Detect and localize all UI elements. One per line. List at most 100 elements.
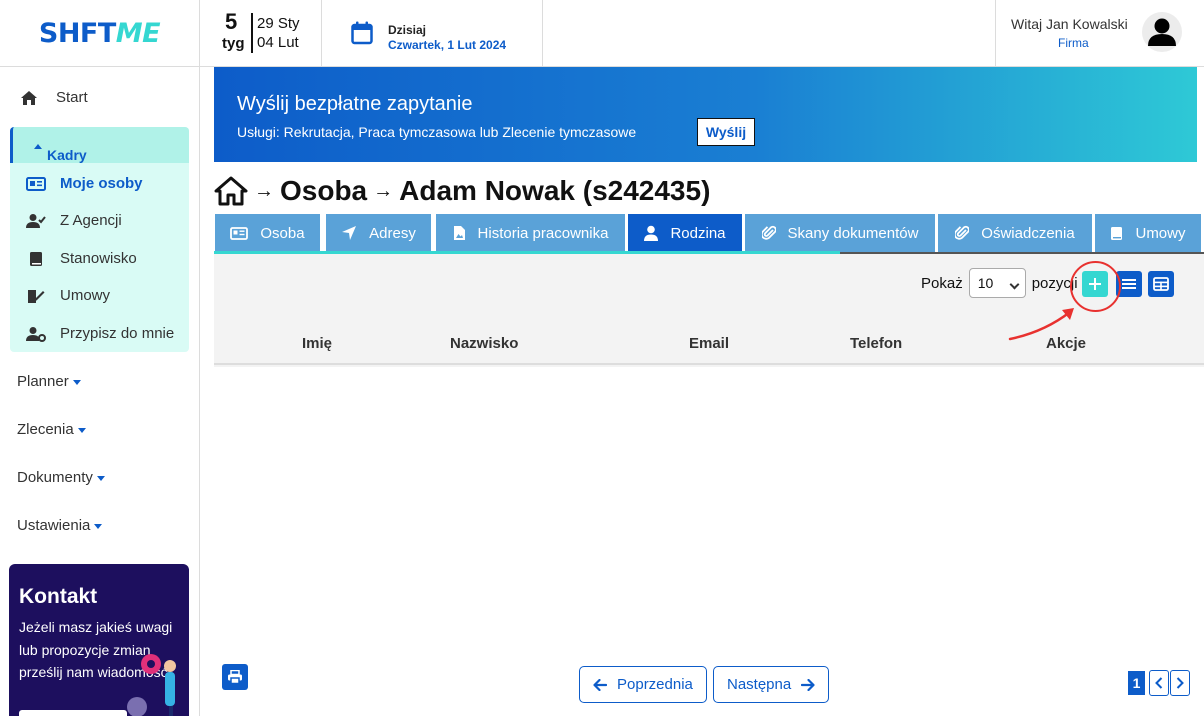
table-body: Poprzednia Następna 1 [214,367,1204,716]
top-bar: SHFTME 5 tyg 29 Sty 04 Lut Dzisiaj Czwar… [0,0,1204,67]
tab-label: Historia pracownika [477,224,609,242]
column-header-imie[interactable]: Imię [302,335,332,352]
week-divider [251,13,253,53]
avatar[interactable] [1142,12,1182,52]
sidebar-group-zlecenia[interactable]: Zlecenia [17,421,86,438]
tab-rodzina[interactable]: Rodzina [628,214,742,252]
sidebar-group-planner[interactable]: Planner [17,373,81,390]
home-icon[interactable] [214,176,248,206]
sidebar-item-stanowisko[interactable]: Stanowisko [26,250,137,267]
arrow-right-icon [801,678,815,691]
sidebar-group-label: Zlecenia [17,421,74,438]
sidebar-item-moje-osoby[interactable]: Moje osoby [26,175,143,192]
sidebar-group-kadry: Kadry Moje osoby Z Agencji Stanowisko Um… [10,127,189,352]
caret-down-icon [77,427,86,433]
chevron-right-icon [1176,677,1184,689]
next-label: Następna [727,676,792,693]
sidebar-group-dokumenty[interactable]: Dokumenty [17,469,105,486]
today-indicator: Dzisiaj Czwartek, 1 Lut 2024 [322,0,543,67]
file-image-icon [453,226,465,240]
column-header-telefon[interactable]: Telefon [850,335,902,352]
tab-label: Umowy [1135,224,1186,242]
sidebar-item-label: Moje osoby [60,175,143,192]
sidebar-group-label: Dokumenty [17,469,93,486]
sidebar-item-label: Stanowisko [60,250,137,267]
sidebar-item-start[interactable]: Start [20,89,88,106]
column-header-nazwisko[interactable]: Nazwisko [450,335,518,352]
content-panel: Pokaż 10 pozycji Imię Nazwisko Email Tel… [214,254,1204,716]
location-arrow-icon [342,226,357,240]
sidebar-item-label: Przypisz do mnie [60,325,175,342]
page-next-arrow[interactable] [1170,670,1190,696]
arrow-right-icon: → [373,179,394,202]
home-icon [21,90,37,105]
caret-down-icon [96,475,105,481]
page-prev-arrow[interactable] [1149,670,1169,696]
column-header-akcje: Akcje [1046,335,1087,352]
chevron-left-icon [1155,677,1163,689]
tab-label: Adresy [369,224,416,242]
user-menu[interactable]: Witaj Jan Kowalski Firma [995,0,1204,67]
sidebar-group-kadry-toggle[interactable]: Kadry [10,127,189,163]
print-button[interactable] [222,664,248,690]
previous-label: Poprzednia [617,676,693,693]
next-page-button[interactable]: Następna [713,666,830,703]
tab-adresy[interactable]: Adresy [326,214,431,252]
tab-osoba[interactable]: Osoba [215,214,320,252]
previous-page-button[interactable]: Poprzednia [579,666,707,703]
tab-umowy[interactable]: Umowy [1095,214,1201,252]
sidebar-group-ustawienia[interactable]: Ustawienia [17,517,103,534]
breadcrumb-osoba[interactable]: Osoba [280,175,367,207]
column-header-email[interactable]: Email [689,335,729,352]
today-label: Dzisiaj [388,23,427,37]
arrow-left-icon [593,678,607,691]
list-icon [1122,279,1136,289]
tab-skany[interactable]: Skany dokumentów [745,214,935,252]
tab-oswiadczenia[interactable]: Oświadczenia [938,214,1092,252]
sidebar-item-przypisz[interactable]: Przypisz do mnie [26,325,174,342]
tab-historia[interactable]: Historia pracownika [436,214,625,252]
caret-up-icon [34,143,42,149]
arrow-right-icon: → [254,179,274,202]
user-greeting: Witaj Jan Kowalski [1011,16,1128,32]
tab-label: Osoba [260,224,305,242]
user-icon [644,225,659,241]
user-check-icon [26,213,46,228]
send-request-button[interactable]: Wyślij [697,118,755,146]
print-icon [228,670,242,684]
id-card-icon [230,226,249,240]
caret-down-icon [94,523,103,529]
book-icon [30,251,42,266]
page-size-value: 10 [977,275,994,291]
table-icon [1153,277,1169,291]
week-label: tyg [222,35,245,52]
breadcrumb: → Osoba → Adam Nowak (s242435) [214,173,710,209]
grid-view-button[interactable] [1148,271,1174,297]
banner-subtitle: Usługi: Rekrutacja, Praca tymczasowa lub… [237,124,637,140]
tab-bar: Osoba Adresy Historia pracownika Rodzina… [214,214,1204,254]
tab-label: Rodzina [670,224,726,242]
paperclip-icon [955,225,970,240]
calendar-icon [351,21,373,45]
sidebar-group-label: Kadry [47,147,87,163]
sidebar-item-umowy[interactable]: Umowy [26,287,110,304]
current-page[interactable]: 1 [1128,671,1145,695]
user-role[interactable]: Firma [1058,36,1089,50]
paperclip-icon [761,225,776,240]
contract-icon [28,289,45,303]
id-card-icon [26,176,46,191]
contact-button[interactable] [19,710,127,716]
show-label: Pokaż [921,274,963,292]
today-date: Czwartek, 1 Lut 2024 [388,38,507,52]
user-icon [1148,18,1176,46]
week-number: 5 [225,9,238,34]
logo[interactable]: SHFTME [0,0,200,67]
contact-card: Kontakt Jeżeli masz jakieś uwagi lub pro… [9,564,189,716]
gears-illustration-icon [127,654,176,716]
sidebar: Start Kadry Moje osoby Z Agencji Stanowi… [0,67,200,716]
sidebar-item-label: Z Agencji [60,212,122,229]
sidebar-item-z-agencji[interactable]: Z Agencji [26,212,122,229]
sidebar-group-label: Planner [17,373,69,390]
sidebar-group-label: Ustawienia [17,517,91,534]
page-title: Adam Nowak (s242435) [399,175,711,206]
